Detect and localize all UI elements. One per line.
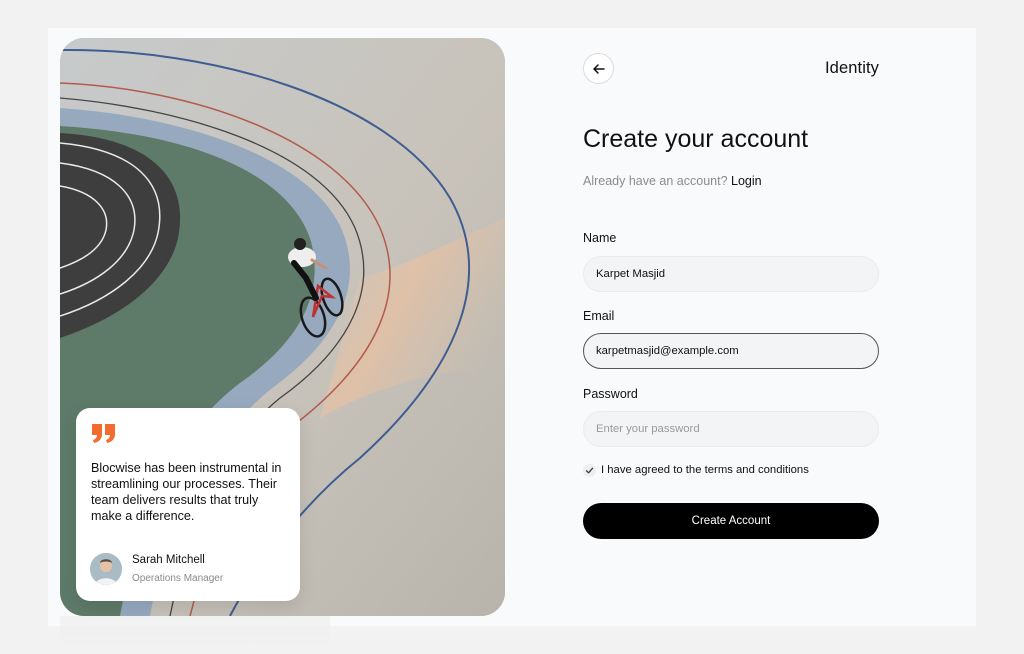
testimonial-card: Blocwise has been instrumental in stream… xyxy=(76,408,300,601)
email-label: Email xyxy=(583,309,615,323)
author-role: Operations Manager xyxy=(132,573,224,584)
person-avatar-icon xyxy=(90,553,122,585)
terms-label: I have agreed to the terms and condition… xyxy=(601,464,809,476)
terms-checkbox[interactable] xyxy=(583,463,596,477)
page-title: Create your account xyxy=(583,125,809,153)
login-link[interactable]: Login xyxy=(731,174,762,188)
name-label: Name xyxy=(583,231,617,245)
card-shadow xyxy=(60,616,330,654)
arrow-left-icon xyxy=(592,63,605,74)
testimonial-quote: Blocwise has been instrumental in stream… xyxy=(91,461,282,523)
brand-name: Identity xyxy=(825,59,879,77)
create-account-button[interactable]: Create Account xyxy=(583,503,879,539)
password-input[interactable] xyxy=(583,411,879,447)
avatar xyxy=(90,553,122,585)
login-prompt: Already have an account? Login xyxy=(583,174,762,188)
author-name: Sarah Mitchell xyxy=(132,554,205,566)
quote-icon xyxy=(92,424,115,443)
check-icon xyxy=(585,467,594,473)
back-button[interactable] xyxy=(583,53,614,84)
name-input[interactable] xyxy=(583,256,879,292)
login-prompt-text: Already have an account? xyxy=(583,174,728,188)
terms-checkbox-row[interactable]: I have agreed to the terms and condition… xyxy=(583,462,809,478)
email-input[interactable] xyxy=(583,333,879,369)
password-label: Password xyxy=(583,387,638,401)
